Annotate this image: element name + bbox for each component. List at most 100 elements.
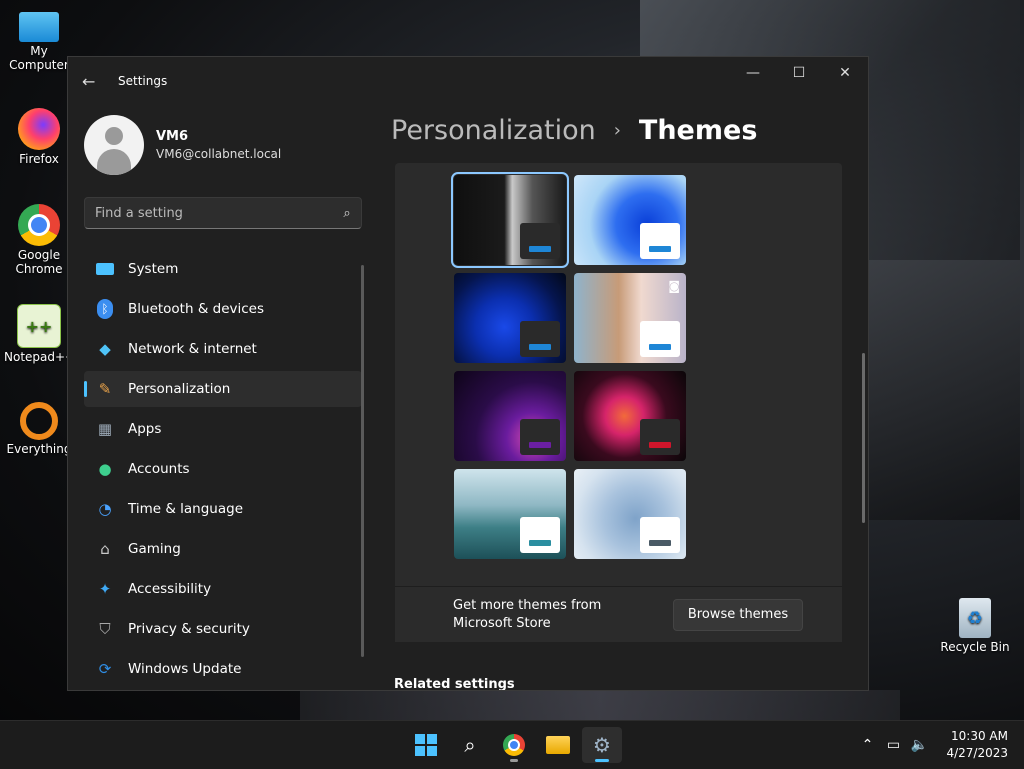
sidebar-item-bluetooth[interactable]: ᛒ Bluetooth & devices bbox=[84, 291, 362, 327]
theme-tile-windows-dark[interactable] bbox=[454, 273, 566, 363]
browse-themes-button[interactable]: Browse themes bbox=[673, 598, 803, 631]
desktop-icon-label: Everything bbox=[6, 442, 72, 456]
theme-tile-windows-light[interactable] bbox=[574, 175, 686, 265]
app-title: Settings bbox=[118, 74, 168, 88]
theme-tile-sunrise[interactable] bbox=[454, 469, 566, 559]
desktop-icon-label: Recycle Bin bbox=[940, 640, 1010, 654]
desktop-icon-my-computer[interactable]: My Computer bbox=[4, 8, 74, 72]
arrow-left-icon: ← bbox=[82, 71, 96, 91]
apps-icon: ▦ bbox=[97, 420, 113, 438]
search-icon[interactable]: ⌕ bbox=[333, 206, 361, 221]
desktop-icon-firefox[interactable]: Firefox bbox=[4, 108, 74, 166]
sidebar-item-label: Bluetooth & devices bbox=[128, 301, 265, 317]
theme-color-swatch bbox=[640, 419, 680, 455]
monitor-icon bbox=[19, 12, 59, 42]
desktop-icon-everything[interactable]: Everything bbox=[4, 402, 74, 456]
taskbar: ⌕ ⚙ ⌃ ▭ 🔈 10:30 AM 4/27/2023 bbox=[0, 720, 1024, 769]
breadcrumb-separator: › bbox=[613, 120, 621, 141]
theme-tile-flow[interactable] bbox=[574, 371, 686, 461]
start-button[interactable] bbox=[406, 727, 446, 763]
theme-color-swatch bbox=[520, 517, 560, 553]
clock[interactable]: 10:30 AM 4/27/2023 bbox=[946, 728, 1008, 762]
related-settings-heading: Related settings bbox=[394, 677, 515, 691]
brush-icon: ✎ bbox=[98, 380, 112, 398]
sidebar-item-accessibility[interactable]: ✦ Accessibility bbox=[84, 571, 362, 607]
wifi-icon: ◆ bbox=[99, 340, 111, 358]
close-button[interactable]: ✕ bbox=[822, 57, 868, 89]
everything-icon bbox=[20, 402, 58, 440]
person-icon: ● bbox=[98, 460, 112, 478]
themes-panel: ◙ bbox=[395, 163, 842, 641]
theme-color-swatch bbox=[520, 223, 560, 259]
sidebar-item-system[interactable]: System bbox=[84, 251, 362, 287]
start-icon bbox=[415, 734, 437, 756]
maximize-button[interactable]: ☐ bbox=[776, 57, 822, 89]
desktop-icon-label: Notepad++ bbox=[4, 350, 76, 364]
system-tray: ⌃ ▭ 🔈 10:30 AM 4/27/2023 bbox=[854, 721, 1024, 769]
user-card[interactable]: VM6 VM6@collabnet.local bbox=[84, 115, 281, 175]
desktop-icon-chrome[interactable]: Google Chrome bbox=[4, 204, 74, 276]
window-controls: — ☐ ✕ bbox=[730, 57, 868, 89]
desktop-icon-recycle-bin[interactable]: ♻ Recycle Bin bbox=[940, 598, 1010, 654]
sidebar-item-gaming[interactable]: ⌂ Gaming bbox=[84, 531, 362, 567]
accessibility-icon: ✦ bbox=[98, 580, 112, 598]
sidebar-item-label: Network & internet bbox=[128, 341, 257, 357]
search-icon: ⌕ bbox=[464, 733, 476, 757]
theme-tile-windows-bloom[interactable] bbox=[574, 469, 686, 559]
theme-color-swatch bbox=[640, 517, 680, 553]
sidebar-item-label: Accounts bbox=[128, 461, 190, 477]
search-input[interactable] bbox=[85, 204, 333, 222]
clock-date: 4/27/2023 bbox=[946, 746, 1008, 760]
theme-color-swatch bbox=[520, 321, 560, 357]
sidebar-item-apps[interactable]: ▦ Apps bbox=[84, 411, 362, 447]
sidebar-item-network[interactable]: ◆ Network & internet bbox=[84, 331, 362, 367]
sidebar-item-privacy[interactable]: ⛉ Privacy & security bbox=[84, 611, 362, 647]
sidebar-item-personalization[interactable]: ✎ Personalization bbox=[84, 371, 362, 407]
breadcrumb-parent[interactable]: Personalization bbox=[391, 115, 596, 146]
notepadpp-icon: ++ bbox=[17, 304, 61, 348]
chrome-icon bbox=[18, 204, 60, 246]
sidebar-item-label: Gaming bbox=[128, 541, 181, 557]
display-icon bbox=[94, 258, 116, 280]
taskbar-file-explorer-button[interactable] bbox=[538, 727, 578, 763]
title-bar: ← Settings — ☐ ✕ bbox=[68, 57, 868, 105]
theme-tile-current-custom[interactable] bbox=[451, 172, 569, 268]
network-icon[interactable]: ▭ bbox=[880, 737, 906, 753]
sidebar-item-accounts[interactable]: ● Accounts bbox=[84, 451, 362, 487]
user-email: VM6@collabnet.local bbox=[156, 147, 282, 161]
sidebar-item-windows-update[interactable]: ⟳ Windows Update bbox=[84, 651, 362, 687]
desktop-icon-label: My Computer bbox=[9, 44, 69, 72]
taskbar-search-button[interactable]: ⌕ bbox=[450, 727, 490, 763]
taskbar-chrome-button[interactable] bbox=[494, 727, 534, 763]
sidebar-item-time-language[interactable]: ◔ Time & language bbox=[84, 491, 362, 527]
sidebar-nav: System ᛒ Bluetooth & devices ◆ Network &… bbox=[84, 251, 362, 690]
user-name: VM6 bbox=[156, 129, 189, 144]
maximize-icon: ☐ bbox=[792, 65, 806, 81]
file-explorer-icon bbox=[546, 736, 570, 754]
desktop-icon-notepadpp[interactable]: ++ Notepad++ bbox=[4, 304, 76, 364]
content-scrollbar[interactable] bbox=[862, 353, 865, 523]
chrome-icon bbox=[503, 734, 525, 756]
shield-icon: ⛉ bbox=[99, 620, 111, 638]
gamepad-icon: ⌂ bbox=[100, 540, 110, 558]
clock-globe-icon: ◔ bbox=[98, 500, 112, 518]
clock-time: 10:30 AM bbox=[951, 729, 1008, 743]
sidebar-item-label: Accessibility bbox=[128, 581, 212, 597]
back-button[interactable]: ← bbox=[82, 72, 104, 91]
settings-window: ← Settings — ☐ ✕ VM6 VM6@collabnet.local… bbox=[67, 56, 869, 691]
desktop-icon-label: Firefox bbox=[19, 152, 59, 166]
sidebar-scrollbar[interactable] bbox=[361, 265, 364, 657]
theme-tile-captured-motion[interactable]: ◙ bbox=[574, 273, 686, 363]
settings-icon: ⚙ bbox=[593, 733, 611, 757]
sidebar-item-label: Apps bbox=[128, 421, 162, 437]
theme-tile-glow[interactable] bbox=[454, 371, 566, 461]
volume-icon[interactable]: 🔈 bbox=[906, 737, 932, 753]
chevron-up-icon[interactable]: ⌃ bbox=[854, 737, 880, 753]
store-row: Get more themes from Microsoft Store Bro… bbox=[395, 586, 842, 642]
sidebar-item-label: Time & language bbox=[128, 501, 244, 517]
recycle-bin-icon: ♻ bbox=[959, 598, 991, 638]
firefox-icon bbox=[18, 108, 60, 150]
taskbar-settings-button[interactable]: ⚙ bbox=[582, 727, 622, 763]
minimize-button[interactable]: — bbox=[730, 57, 776, 89]
update-icon: ⟳ bbox=[98, 660, 112, 678]
